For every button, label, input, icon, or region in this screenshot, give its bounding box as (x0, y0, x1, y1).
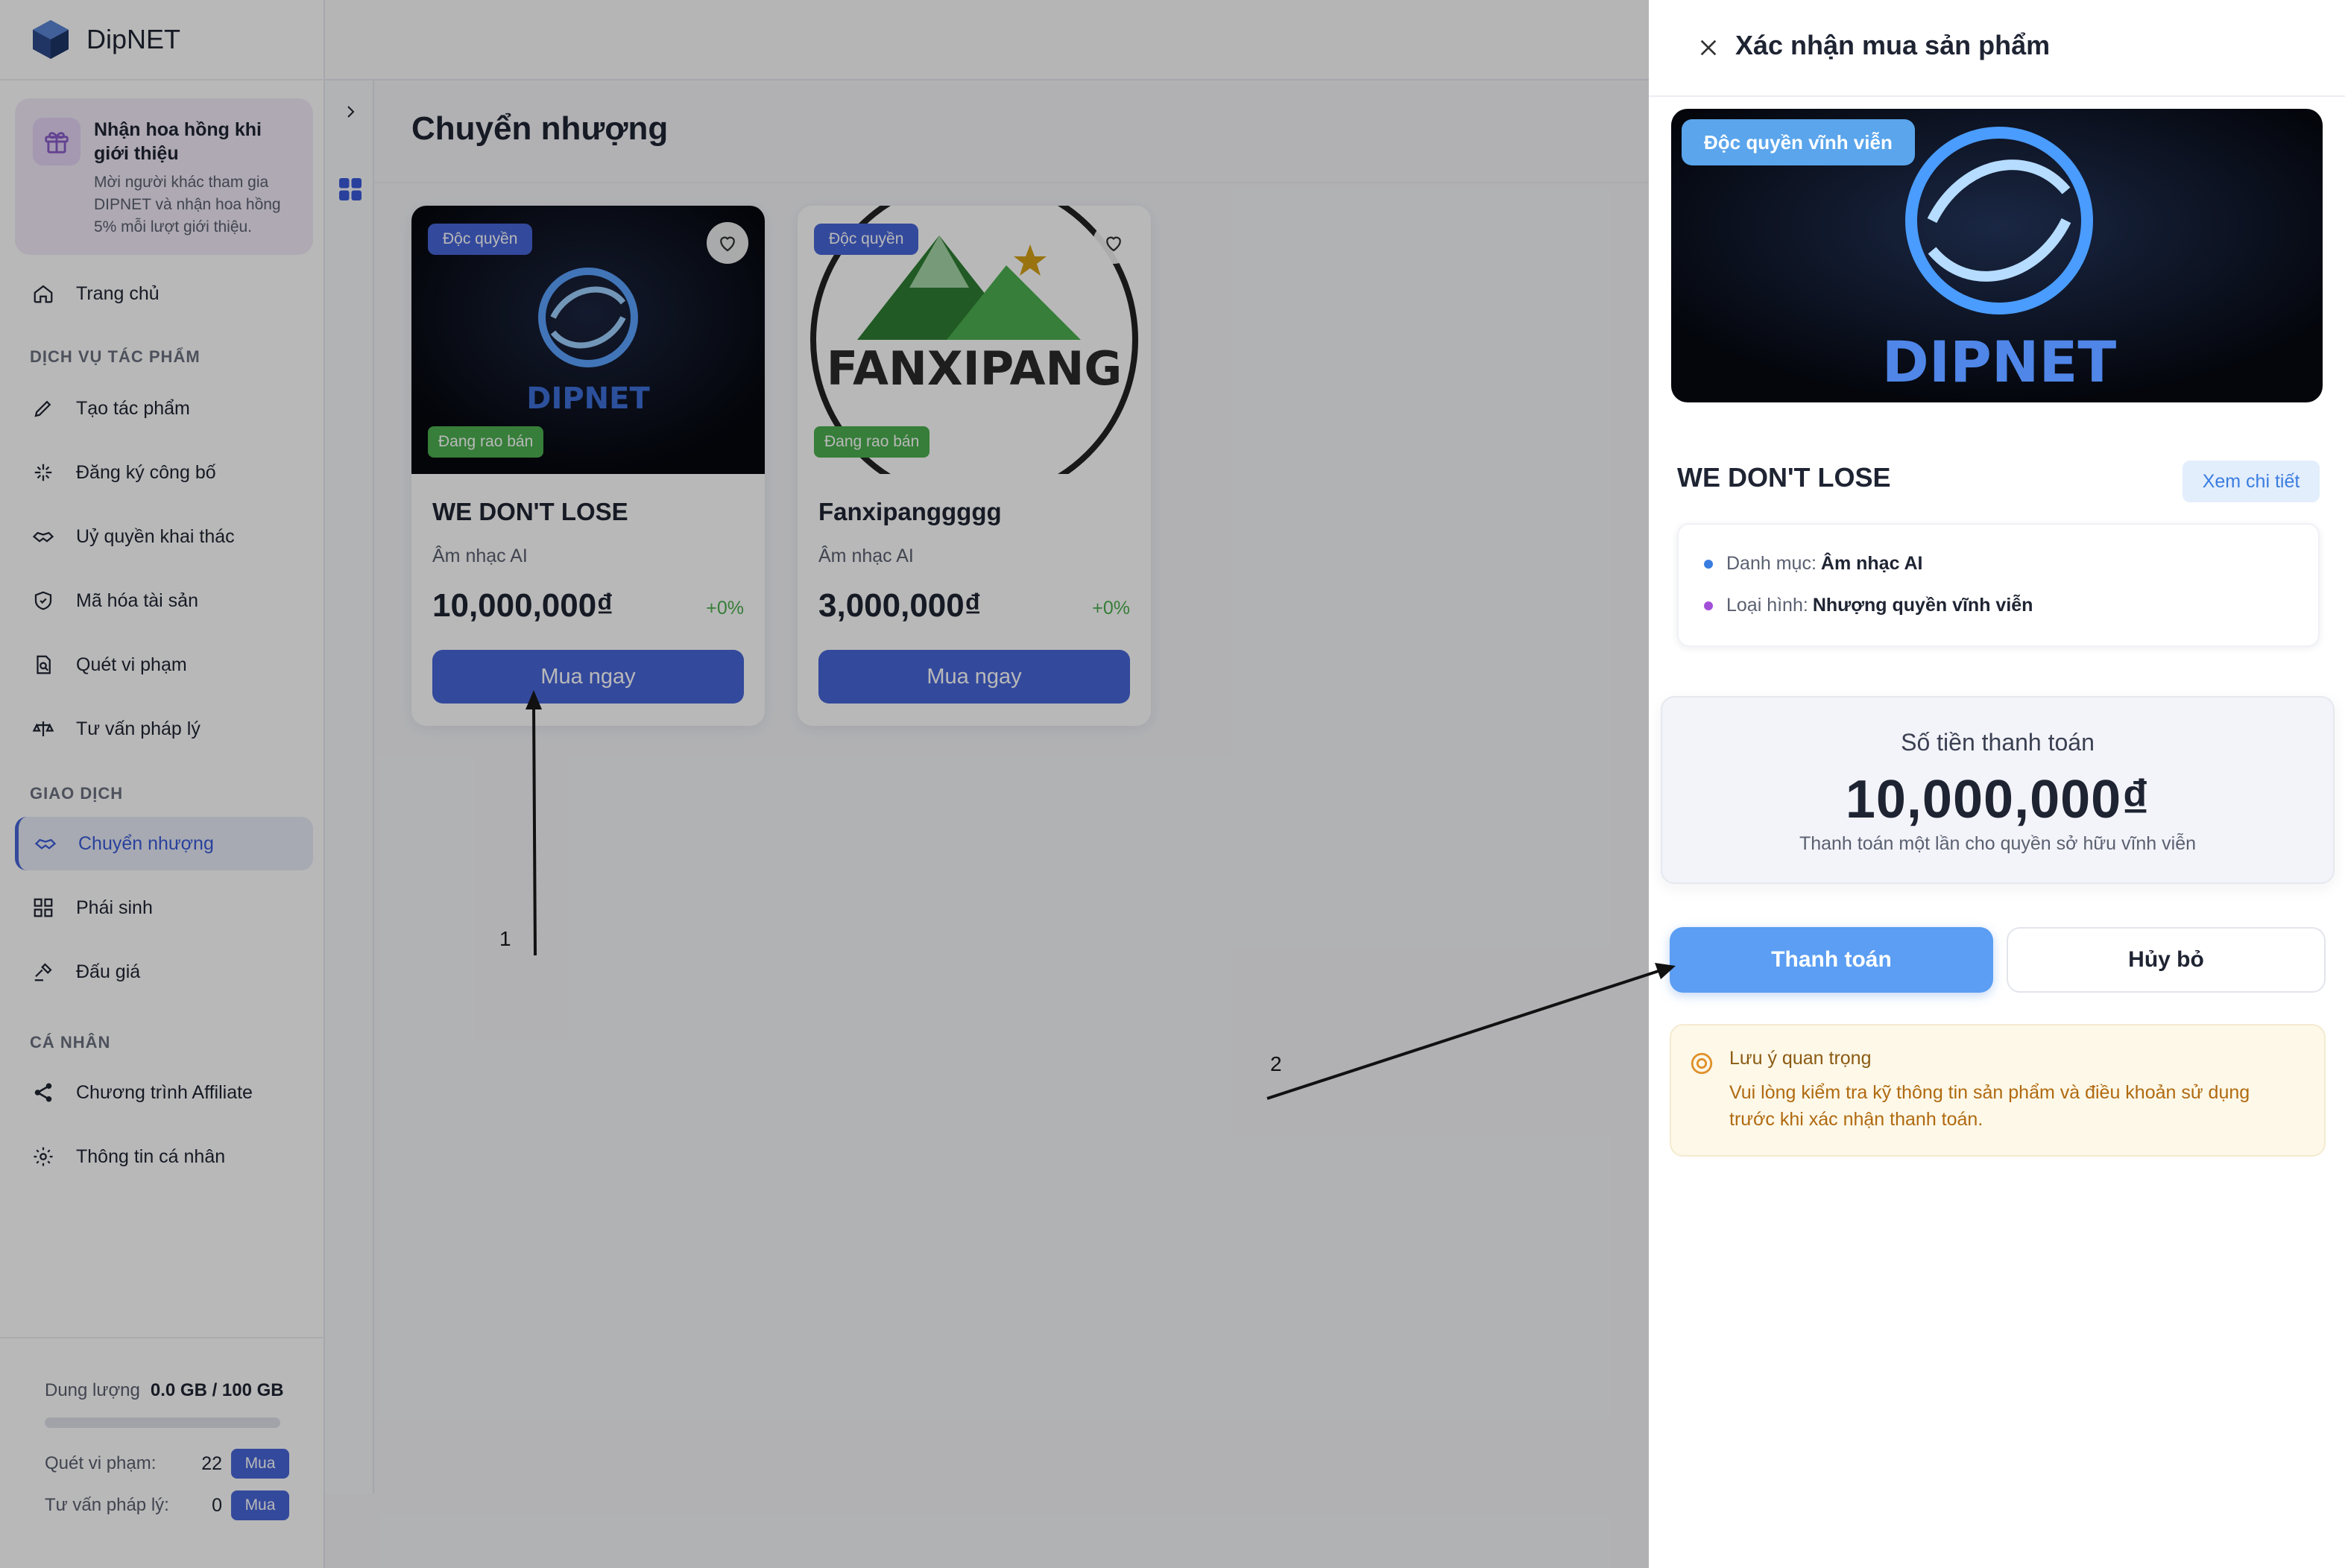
product-info-box: Danh mục: Âm nhạc AI Loại hình: Nhượng quy… (1677, 523, 2320, 647)
type-row: Loại hình: Nhượng quyền vĩnh viễn (1704, 595, 2033, 616)
cancel-button[interactable]: Hủy bỏ (2007, 927, 2326, 993)
close-icon (1700, 39, 1717, 56)
payment-note: Thanh toán một lần cho quyền sở hữu vĩnh… (1799, 833, 2197, 854)
note-text: Vui lòng kiểm tra kỹ thông tin sản phẩm … (1729, 1082, 2250, 1130)
annotation-label-1: 1 (499, 927, 511, 950)
category-label: Danh mục: (1726, 553, 1817, 574)
warning-coin-icon (1691, 1052, 1713, 1075)
note-title: Lưu ý quan trọng (1729, 1048, 1872, 1069)
product-hero-image: DIPNET Độc quyền vĩnh viễn (1671, 109, 2323, 402)
purchase-confirm-drawer: Xác nhận mua sản phẩm DIPNET Độc quyền v… (1649, 0, 2345, 1568)
category-value: Âm nhạc AI (1820, 553, 1923, 574)
hero-logo-text: DIPNET (1882, 329, 2117, 395)
product-name: WE DON'T LOSE (1677, 462, 1891, 493)
category-row: Danh mục: Âm nhạc AI (1704, 553, 1923, 575)
drawer-title: Xác nhận mua sản phẩm (1735, 30, 2051, 60)
type-value: Nhượng quyền vĩnh viễn (1812, 595, 2033, 616)
pay-button[interactable]: Thanh toán (1670, 927, 1993, 993)
view-details-button[interactable]: Xem chi tiết (2183, 461, 2320, 502)
type-label: Loại hình: (1726, 595, 1808, 616)
annotation-label-2: 2 (1270, 1052, 1282, 1075)
drawer-header: Xác nhận mua sản phẩm (1649, 0, 2345, 97)
payment-amount: 10,000,000₫ (1845, 770, 2150, 829)
modal-overlay[interactable] (0, 0, 1649, 1568)
important-note: Lưu ý quan trọng Vui lòng kiểm tra kỹ th… (1670, 1024, 2326, 1157)
close-button[interactable] (1694, 33, 1723, 63)
payment-summary: Số tiền thanh toán 10,000,000₫ Thanh toá… (1661, 696, 2335, 884)
bullet-dot (1704, 559, 1713, 569)
perpetual-exclusive-badge: Độc quyền vĩnh viễn (1682, 119, 1915, 165)
bullet-dot (1704, 601, 1713, 610)
payment-label: Số tiền thanh toán (1901, 729, 2095, 756)
